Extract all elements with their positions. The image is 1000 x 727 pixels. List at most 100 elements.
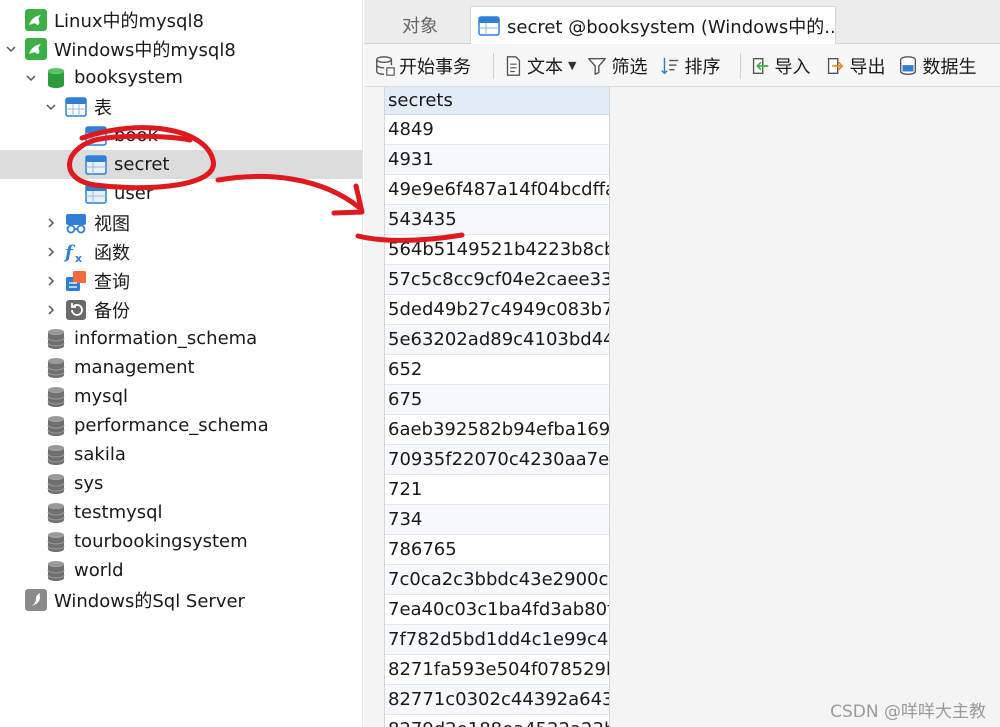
begin-transaction-button[interactable]: 开始事务 — [374, 45, 471, 87]
tree-item-label: 表 — [94, 97, 112, 119]
database-icon — [44, 356, 68, 380]
tab-objects-label: 对象 — [402, 16, 438, 37]
grid-cell[interactable]: 6aeb392582b94efba1699 — [385, 415, 609, 445]
grid-cell[interactable]: 786765 — [385, 535, 609, 565]
filter-label: 筛选 — [611, 56, 648, 78]
tree-item-label: management — [74, 357, 195, 378]
tree-item-testmysql[interactable]: testmysql — [0, 498, 362, 527]
mysql-connection-icon — [24, 8, 48, 32]
sqlserver-connection-icon — [24, 588, 48, 612]
filter-button[interactable]: 筛选 — [586, 45, 647, 87]
grid-cell[interactable]: 8271fa593e504f078529b2 — [385, 655, 609, 685]
grid-cell[interactable]: 8279d2e188ea4522a23b — [385, 715, 609, 727]
text-view-button[interactable]: 文本 ▼ — [502, 45, 576, 87]
caret-placeholder — [24, 390, 38, 404]
backups-folder-icon — [64, 298, 88, 322]
tab-objects[interactable]: 对象 — [370, 6, 470, 44]
data-generation-button[interactable]: 数据生 — [897, 45, 976, 87]
tree-item-sys[interactable]: sys — [0, 469, 362, 498]
grid-cell[interactable]: 721 — [385, 475, 609, 505]
grid-cell[interactable]: 543435 — [385, 205, 609, 235]
sort-icon — [661, 57, 679, 74]
caret-placeholder — [64, 129, 78, 143]
chevron-right-icon[interactable] — [44, 274, 58, 288]
grid-cell[interactable]: 70935f22070c4230aa7e3 — [385, 445, 609, 475]
tree-item-linux-mysql8[interactable]: Linux中的mysql8 — [0, 5, 362, 34]
grid-cell[interactable]: 7c0ca2c3bbdc43e2900c4 — [385, 565, 609, 595]
database-icon — [44, 530, 68, 554]
tree-item-tourbookingsystem[interactable]: tourbookingsystem — [0, 527, 362, 556]
toolbar: 开始事务 文本 ▼ 筛选 排序 导入 导出 数据生 — [364, 45, 1000, 87]
tree-item-information-schema[interactable]: information_schema — [0, 324, 362, 353]
chevron-down-icon[interactable] — [44, 100, 58, 114]
tree-item-book[interactable]: book — [0, 121, 362, 150]
tree-item-label: book — [114, 125, 158, 146]
grid-cell[interactable]: 564b5149521b4223b8cb — [385, 235, 609, 265]
tree-item-[interactable]: 视图 — [0, 208, 362, 237]
import-button[interactable]: 导入 — [749, 45, 810, 87]
import-label: 导入 — [774, 56, 811, 78]
tree-item-secret[interactable]: secret — [0, 150, 362, 179]
tree-item-label: 备份 — [94, 300, 130, 322]
grid-cell[interactable]: 675 — [385, 385, 609, 415]
table-icon — [84, 153, 108, 177]
tree-item-[interactable]: 查询 — [0, 266, 362, 295]
grid-cell[interactable]: 49e9e6f487a14f04bcdffa5 — [385, 175, 609, 205]
queries-folder-icon — [64, 269, 88, 293]
document-icon — [506, 55, 521, 76]
tree-item-user[interactable]: user — [0, 179, 362, 208]
chevron-right-icon[interactable] — [44, 303, 58, 317]
tree-item-windows-sql-server[interactable]: Windows的Sql Server — [0, 585, 362, 614]
chevron-right-icon[interactable] — [44, 245, 58, 259]
tree-item-[interactable]: 表 — [0, 92, 362, 121]
chevron-down-icon[interactable] — [4, 42, 18, 56]
tree-item-label: performance_schema — [74, 415, 269, 436]
column-header-secrets[interactable]: secrets — [385, 87, 609, 115]
grid-body: 4849 4931 49e9e6f487a14f04bcdffa5 543435 564… — [385, 115, 609, 727]
grid-cell[interactable]: 7ea40c03c1ba4fd3ab80fc — [385, 595, 609, 625]
content-panel: 对象 secret @booksystem (Windows中的... 开始事务… — [364, 0, 1000, 727]
tree-item-[interactable]: 备份 — [0, 295, 362, 324]
tree-item-windows-mysql8[interactable]: Windows中的mysql8 — [0, 34, 362, 63]
tree-item-booksystem[interactable]: booksystem — [0, 63, 362, 92]
database-transaction-icon — [376, 55, 395, 76]
tree-item-management[interactable]: management — [0, 353, 362, 382]
tab-secret-table[interactable]: secret @booksystem (Windows中的... — [470, 6, 836, 44]
grid-cell[interactable]: 5e63202ad89c4103bd44c — [385, 325, 609, 355]
grid-cell[interactable]: 652 — [385, 355, 609, 385]
tables-folder-icon — [64, 95, 88, 119]
caret-placeholder — [24, 361, 38, 375]
caret-placeholder — [4, 593, 18, 607]
chevron-right-icon[interactable] — [44, 216, 58, 230]
funnel-icon — [588, 57, 607, 75]
data-generation-icon — [900, 55, 917, 75]
tree-item-sakila[interactable]: sakila — [0, 440, 362, 469]
tree-item-label: 视图 — [94, 213, 130, 235]
tree-item-performance-schema[interactable]: performance_schema — [0, 411, 362, 440]
export-icon — [828, 57, 844, 74]
grid-cell[interactable]: 734 — [385, 505, 609, 535]
tree-item-label: booksystem — [74, 67, 183, 88]
grid-cell[interactable]: 4931 — [385, 145, 609, 175]
grid-cell[interactable]: 4849 — [385, 115, 609, 145]
tree-item-label: sakila — [74, 444, 126, 465]
grid-cell[interactable]: 82771c0302c44392a6433 — [385, 685, 609, 715]
tree-item-mysql[interactable]: mysql — [0, 382, 362, 411]
chevron-down-icon[interactable] — [24, 71, 38, 85]
grid-cell[interactable]: 7f782d5bd1dd4c1e99c4c — [385, 625, 609, 655]
caret-placeholder — [4, 13, 18, 27]
tree-item-label: user — [114, 183, 154, 204]
tree-item-label: 查询 — [94, 271, 130, 293]
export-button[interactable]: 导出 — [824, 45, 885, 87]
grid-cell[interactable]: 5ded49b27c4949c083b72 — [385, 295, 609, 325]
data-grid[interactable]: secrets 4849 4931 49e9e6f487a14f04bcdffa5 5… — [384, 87, 610, 727]
tree-item-label: secret — [114, 154, 170, 175]
tree-item-label: Windows的Sql Server — [54, 590, 245, 612]
tree-item-[interactable]: f x 函数 — [0, 237, 362, 266]
database-icon — [44, 414, 68, 438]
sort-button[interactable]: 排序 — [659, 45, 720, 87]
caret-placeholder — [24, 477, 38, 491]
tree-item-world[interactable]: world — [0, 556, 362, 585]
grid-cell[interactable]: 57c5c8cc9cf04e2caee338 — [385, 265, 609, 295]
caret-placeholder — [24, 448, 38, 462]
